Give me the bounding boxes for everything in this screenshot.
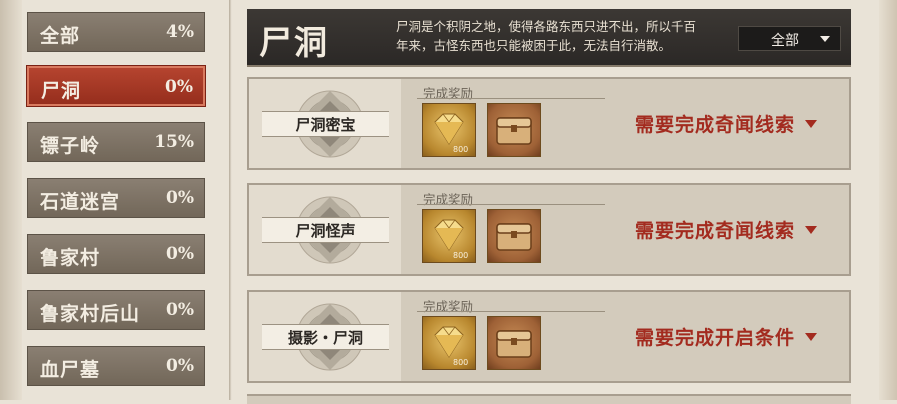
background-edge-left bbox=[0, 0, 22, 400]
treasure-chest-icon bbox=[496, 330, 532, 358]
sidebar-item-progress: 4% bbox=[166, 22, 194, 42]
triangle-down-icon bbox=[805, 333, 818, 341]
quest-title: 尸洞密宝 bbox=[295, 116, 356, 134]
sidebar-item-label: 鲁家村 bbox=[40, 247, 101, 269]
reward-chest-item[interactable] bbox=[487, 103, 541, 157]
treasure-chest-icon bbox=[496, 117, 532, 145]
sidebar-item-progress: 0% bbox=[165, 77, 193, 97]
reward-quantity: 800 bbox=[453, 145, 469, 154]
requirement-toggle[interactable]: 需要完成开启条件 bbox=[635, 323, 818, 350]
reward-gem-item[interactable]: 800 bbox=[422, 209, 476, 263]
panel-divider bbox=[229, 0, 232, 400]
rewards-title: 完成奖励 bbox=[423, 192, 474, 207]
quest-title: 摄影・尸洞 bbox=[287, 329, 363, 347]
requirement-text: 需要完成开启条件 bbox=[635, 327, 796, 349]
sidebar-item-progress: 0% bbox=[166, 300, 194, 320]
sidebar-item-lu-village[interactable]: 鲁家村 0% bbox=[27, 234, 205, 274]
page-title: 尸洞 bbox=[259, 23, 329, 62]
sidebar-item-label: 鲁家村后山 bbox=[40, 303, 141, 325]
rewards-title: 完成奖励 bbox=[423, 299, 474, 314]
quest-title: 尸洞怪声 bbox=[295, 222, 356, 240]
reward-quantity: 800 bbox=[453, 358, 469, 367]
requirement-text: 需要完成奇闻线索 bbox=[635, 220, 796, 242]
quest-card[interactable]: 尸洞密宝 完成奖励 800 需要完成奇闻线索 bbox=[247, 77, 851, 170]
quest-card[interactable]: 尸洞怪声 完成奖励 800 需要完成奇闻线索 bbox=[247, 183, 851, 276]
reward-chest-item[interactable] bbox=[487, 209, 541, 263]
rewards-title: 完成奖励 bbox=[423, 86, 474, 101]
sidebar-item-label: 石道迷宫 bbox=[40, 191, 121, 213]
location-description: 尸洞是个积阴之地，使得各路东西只进不出，所以千百 年来，古怪东西也只能被困于此，… bbox=[396, 17, 746, 55]
quest-label-plate: 尸洞怪声 bbox=[262, 217, 389, 243]
sidebar-item-blood-corpse-tomb[interactable]: 血尸墓 0% bbox=[27, 346, 205, 386]
rewards-divider bbox=[417, 98, 605, 99]
quest-card[interactable]: 摄影・尸洞 完成奖励 800 需要完成开启条件 bbox=[247, 290, 851, 383]
quest-emblem-area: 摄影・尸洞 bbox=[249, 292, 401, 381]
sidebar-item-shidong[interactable]: 尸洞 0% bbox=[27, 66, 205, 106]
filter-dropdown[interactable]: 全部 bbox=[738, 26, 841, 51]
sidebar-item-label: 全部 bbox=[40, 25, 81, 47]
requirement-text: 需要完成奇闻线索 bbox=[635, 114, 796, 136]
sidebar-item-progress: 0% bbox=[166, 356, 194, 376]
quest-label-plate: 尸洞密宝 bbox=[262, 111, 389, 137]
triangle-down-icon bbox=[805, 226, 818, 234]
quest-emblem-area: 尸洞密宝 bbox=[249, 79, 401, 168]
quest-label-plate: 摄影・尸洞 bbox=[262, 324, 389, 350]
region-header: 尸洞 尸洞是个积阴之地，使得各路东西只进不出，所以千百 年来，古怪东西也只能被困… bbox=[247, 9, 851, 67]
reward-quantity: 800 bbox=[453, 251, 469, 260]
filter-value: 全部 bbox=[771, 33, 799, 49]
treasure-chest-icon bbox=[496, 223, 532, 251]
quest-emblem-area: 尸洞怪声 bbox=[249, 185, 401, 274]
background-edge-right bbox=[879, 0, 897, 400]
description-line: 年来，古怪东西也只能被困于此，无法自行消散。 bbox=[396, 38, 672, 53]
requirement-toggle[interactable]: 需要完成奇闻线索 bbox=[635, 110, 818, 137]
next-quest-card-peek bbox=[247, 394, 851, 404]
rewards-divider bbox=[417, 204, 605, 205]
sidebar-item-all[interactable]: 全部 4% bbox=[27, 12, 205, 52]
description-line: 尸洞是个积阴之地，使得各路东西只进不出，所以千百 bbox=[396, 19, 697, 34]
rewards-divider bbox=[417, 311, 605, 312]
sidebar-item-biaoziling[interactable]: 镖子岭 15% bbox=[27, 122, 205, 162]
reward-chest-item[interactable] bbox=[487, 316, 541, 370]
sidebar-item-progress: 0% bbox=[166, 244, 194, 264]
chevron-down-icon bbox=[820, 36, 830, 42]
sidebar-item-label: 尸洞 bbox=[41, 80, 82, 102]
sidebar-item-label: 镖子岭 bbox=[40, 135, 101, 157]
sidebar-item-label: 血尸墓 bbox=[40, 359, 101, 381]
sidebar-item-progress: 0% bbox=[166, 188, 194, 208]
reward-gem-item[interactable]: 800 bbox=[422, 316, 476, 370]
reward-gem-item[interactable]: 800 bbox=[422, 103, 476, 157]
sidebar-item-lu-village-back-hill[interactable]: 鲁家村后山 0% bbox=[27, 290, 205, 330]
requirement-toggle[interactable]: 需要完成奇闻线索 bbox=[635, 216, 818, 243]
sidebar-item-stone-maze[interactable]: 石道迷宫 0% bbox=[27, 178, 205, 218]
triangle-down-icon bbox=[805, 120, 818, 128]
sidebar-item-progress: 15% bbox=[154, 132, 194, 152]
